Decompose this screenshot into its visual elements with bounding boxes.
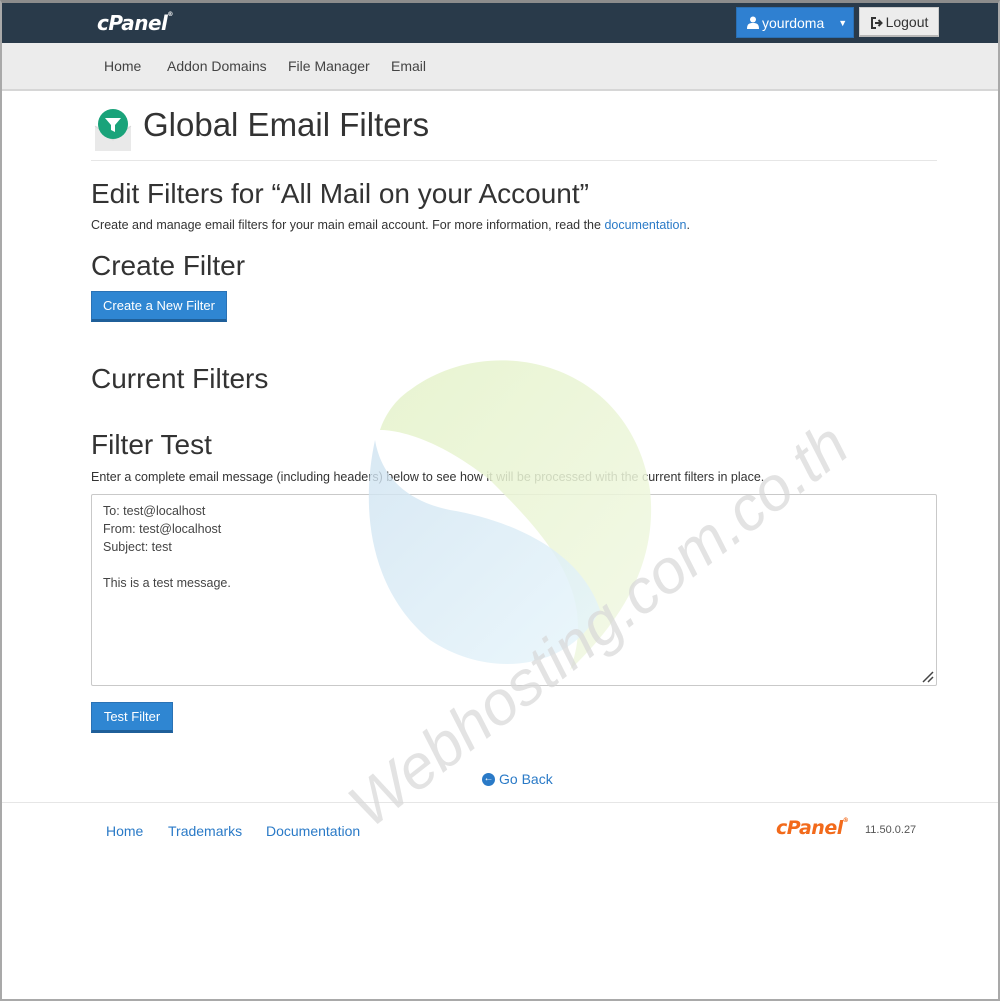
user-icon (747, 16, 759, 29)
footer-divider (2, 802, 998, 803)
user-menu-button[interactable]: yourdoma ▼ (736, 7, 854, 38)
footer-cpanel-logo: cPanel® (776, 817, 849, 839)
create-filter-heading: Create Filter (91, 250, 246, 281)
email-filter-icon (94, 108, 132, 152)
current-filters-heading: Current Filters (91, 363, 269, 394)
logout-icon (870, 16, 883, 29)
footer-link-trademarks[interactable]: Trademarks (168, 823, 242, 839)
create-new-filter-button[interactable]: Create a New Filter (91, 291, 227, 322)
version-number: 11.50.0.27 (865, 824, 917, 836)
go-back-link[interactable]: ← Go Back (482, 771, 553, 787)
nav-item-addon-domains[interactable]: Addon Domains (167, 58, 267, 74)
description-text: Create and manage email filters for your… (91, 218, 605, 232)
page-description: Create and manage email filters for your… (91, 218, 690, 232)
user-name: yourdoma (762, 14, 825, 31)
edit-filters-heading: Edit Filters for “All Mail on your Accou… (91, 178, 589, 209)
arrow-left-circle-icon: ← (482, 772, 495, 786)
logout-label: Logout (885, 13, 929, 30)
filter-test-heading: Filter Test (91, 429, 212, 460)
top-bar: cPanel® yourdoma ▼ Logout (2, 3, 998, 43)
test-message-textarea[interactable]: To: test@localhost From: test@localhost … (91, 494, 937, 686)
title-divider (91, 160, 937, 161)
nav-item-email[interactable]: Email (391, 58, 426, 74)
filter-test-description: Enter a complete email message (includin… (91, 470, 765, 484)
nav-item-file-manager[interactable]: File Manager (288, 58, 370, 74)
footer-logo-text: cPanel (776, 817, 843, 839)
caret-down-icon: ▼ (838, 17, 848, 28)
logo-text: cPanel (97, 11, 168, 35)
test-filter-button[interactable]: Test Filter (91, 702, 173, 733)
footer-link-home[interactable]: Home (106, 823, 143, 839)
footer-link-documentation[interactable]: Documentation (266, 823, 360, 839)
nav-bar: Home Addon Domains File Manager Email (2, 43, 998, 91)
description-suffix: . (686, 218, 690, 232)
cpanel-logo[interactable]: cPanel® (97, 11, 173, 35)
logout-button[interactable]: Logout (859, 7, 939, 37)
nav-item-home[interactable]: Home (104, 58, 141, 74)
page-title: Global Email Filters (143, 106, 430, 143)
go-back-label: Go Back (499, 771, 553, 787)
documentation-link[interactable]: documentation (604, 218, 686, 232)
